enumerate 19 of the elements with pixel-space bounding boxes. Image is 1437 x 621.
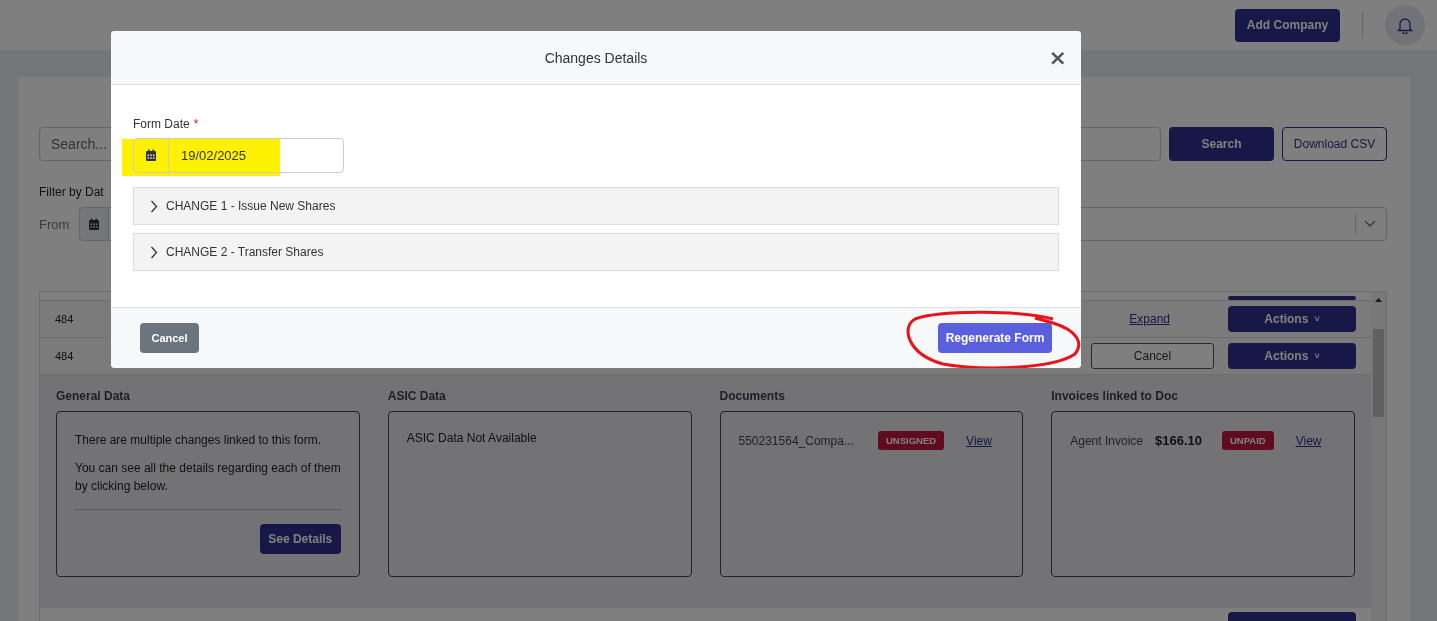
table-cell-text: 484 xyxy=(55,313,75,325)
panel-title: General Data xyxy=(56,389,132,403)
document-name: 550231564_Compa... xyxy=(738,433,854,448)
from-label: From xyxy=(39,216,70,232)
table-cell-text: 484 xyxy=(55,350,75,362)
modal-title: Changes Details xyxy=(544,49,648,66)
required-mark: * xyxy=(193,117,199,131)
panel-title: Invoices linked to Doc xyxy=(1051,389,1179,403)
status-badge: UNPAID xyxy=(1221,431,1274,450)
panel-title: ASIC Data xyxy=(387,389,447,403)
invoice-name: Agent Invoice xyxy=(1070,433,1143,448)
filter-label: Filter by Dat xyxy=(39,185,104,199)
panel-title: Documents xyxy=(719,389,786,403)
invoice-amount: $166.10 xyxy=(1154,433,1202,448)
panel-text: ASIC Data Not Available xyxy=(406,431,538,445)
panel-text: There are multiple changes linked to this form. xyxy=(75,432,323,449)
field-label: Form Date xyxy=(133,117,190,131)
panel-text: You can see all the details regarding each of them by clicking below. xyxy=(75,459,341,496)
status-badge: UNSIGNED xyxy=(877,431,945,450)
